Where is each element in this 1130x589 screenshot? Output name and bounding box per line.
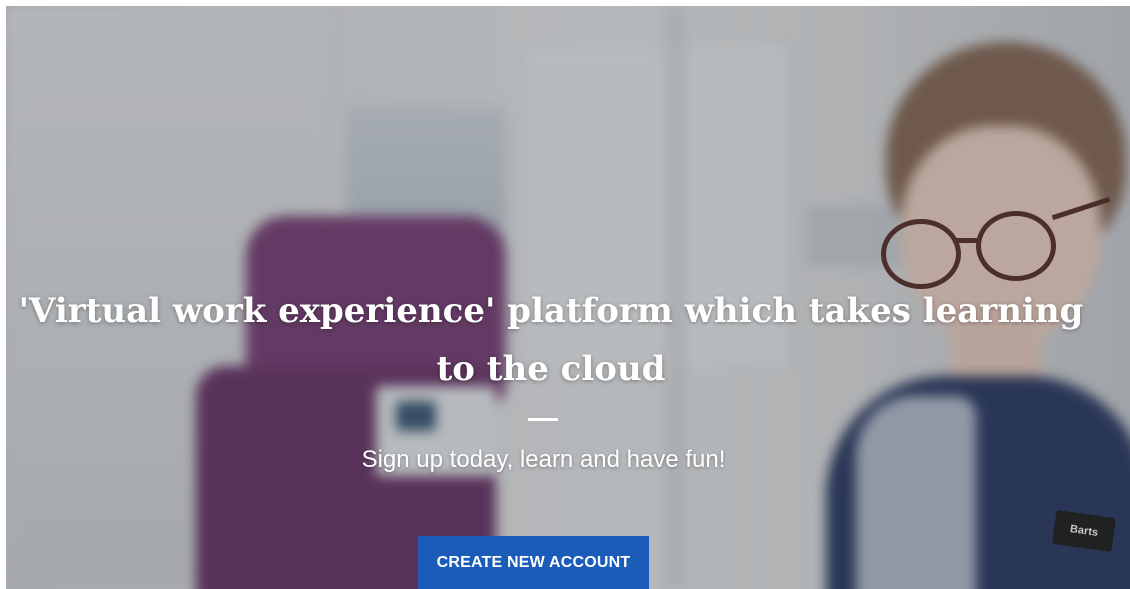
create-account-button[interactable]: CREATE NEW ACCOUNT — [418, 536, 649, 589]
hero-subtitle: Sign up today, learn and have fun! — [361, 446, 726, 473]
hero-banner: Barts 'Virtual work experience' platform… — [6, 6, 1130, 589]
hero-headline: 'Virtual work experience' platform which… — [18, 291, 1084, 389]
headline-divider — [528, 418, 558, 421]
